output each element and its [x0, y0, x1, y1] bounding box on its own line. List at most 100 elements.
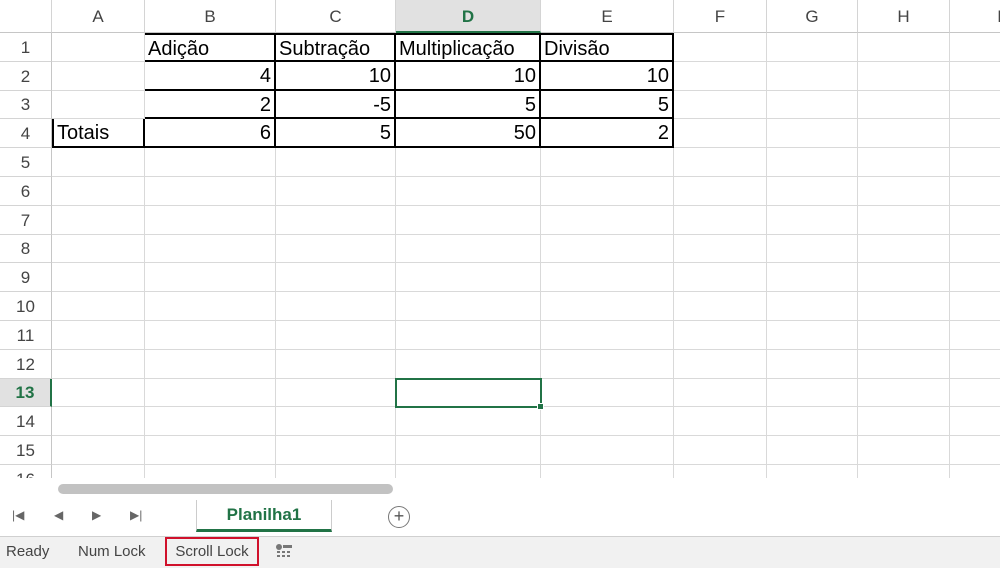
cell-I1[interactable]: [950, 33, 1000, 62]
column-header-G[interactable]: G: [767, 0, 858, 33]
cell-I8[interactable]: [950, 235, 1000, 263]
cell-A16[interactable]: [52, 465, 145, 478]
cell-E2[interactable]: 10: [541, 62, 674, 91]
cell-E5[interactable]: [541, 148, 674, 177]
cell-B12[interactable]: [145, 350, 276, 379]
cell-I12[interactable]: [950, 350, 1000, 379]
column-header-F[interactable]: F: [674, 0, 767, 33]
prev-sheet-icon[interactable]: ◀: [54, 508, 63, 522]
cell-I7[interactable]: [950, 206, 1000, 235]
cell-E4[interactable]: 2: [541, 119, 674, 148]
cell-C4[interactable]: 5: [276, 119, 396, 148]
cell-I4[interactable]: [950, 119, 1000, 148]
cell-A11[interactable]: [52, 321, 145, 350]
cell-I15[interactable]: [950, 436, 1000, 465]
cell-F4[interactable]: [674, 119, 767, 148]
cell-B4[interactable]: 6: [145, 119, 276, 148]
cell-C16[interactable]: [276, 465, 396, 478]
cell-B6[interactable]: [145, 177, 276, 206]
cell-I16[interactable]: [950, 465, 1000, 478]
cell-I11[interactable]: [950, 321, 1000, 350]
row-header-11[interactable]: 11: [0, 321, 52, 350]
column-header-I[interactable]: I: [950, 0, 1000, 33]
cell-H4[interactable]: [858, 119, 950, 148]
cell-B15[interactable]: [145, 436, 276, 465]
cell-G1[interactable]: [767, 33, 858, 62]
spreadsheet-grid[interactable]: A B C D E F G H I 1 Adição Subtração Multiplicação Di…: [0, 0, 1000, 478]
row-header-15[interactable]: 15: [0, 436, 52, 465]
cell-E16[interactable]: [541, 465, 674, 478]
cell-F5[interactable]: [674, 148, 767, 177]
cell-H5[interactable]: [858, 148, 950, 177]
cell-F7[interactable]: [674, 206, 767, 235]
row-header-13[interactable]: 13: [0, 379, 52, 407]
row-header-9[interactable]: 9: [0, 263, 52, 292]
cell-D5[interactable]: [396, 148, 541, 177]
select-all-corner[interactable]: [0, 0, 52, 33]
row-header-14[interactable]: 14: [0, 407, 52, 436]
cell-A1[interactable]: [52, 33, 145, 62]
column-header-B[interactable]: B: [145, 0, 276, 33]
cell-E8[interactable]: [541, 235, 674, 263]
cell-D16[interactable]: [396, 465, 541, 478]
column-header-A[interactable]: A: [52, 0, 145, 33]
cell-H11[interactable]: [858, 321, 950, 350]
cell-C2[interactable]: 10: [276, 62, 396, 91]
cell-G4[interactable]: [767, 119, 858, 148]
cell-A6[interactable]: [52, 177, 145, 206]
cell-D2[interactable]: 10: [396, 62, 541, 91]
cell-F8[interactable]: [674, 235, 767, 263]
row-header-5[interactable]: 5: [0, 148, 52, 177]
cell-E9[interactable]: [541, 263, 674, 292]
cell-B13[interactable]: [145, 379, 276, 407]
cell-E6[interactable]: [541, 177, 674, 206]
cell-C14[interactable]: [276, 407, 396, 436]
add-sheet-button[interactable]: +: [388, 506, 410, 528]
cell-D1[interactable]: Multiplicação: [396, 33, 541, 62]
cell-G10[interactable]: [767, 292, 858, 321]
cell-A5[interactable]: [52, 148, 145, 177]
cell-C13[interactable]: [276, 379, 396, 407]
cell-F11[interactable]: [674, 321, 767, 350]
cell-E13[interactable]: [541, 379, 674, 407]
cell-A3[interactable]: [52, 91, 145, 119]
cell-F2[interactable]: [674, 62, 767, 91]
cell-A10[interactable]: [52, 292, 145, 321]
cell-G13[interactable]: [767, 379, 858, 407]
cell-H13[interactable]: [858, 379, 950, 407]
cell-F10[interactable]: [674, 292, 767, 321]
column-header-E[interactable]: E: [541, 0, 674, 33]
cell-F15[interactable]: [674, 436, 767, 465]
cell-H16[interactable]: [858, 465, 950, 478]
horizontal-scrollbar[interactable]: [0, 478, 1000, 500]
cell-I5[interactable]: [950, 148, 1000, 177]
cell-B3[interactable]: 2: [145, 91, 276, 119]
cell-B1[interactable]: Adição: [145, 33, 276, 62]
row-header-8[interactable]: 8: [0, 235, 52, 263]
cell-I6[interactable]: [950, 177, 1000, 206]
row-header-10[interactable]: 10: [0, 292, 52, 321]
cell-B2[interactable]: 4: [145, 62, 276, 91]
cell-F9[interactable]: [674, 263, 767, 292]
macro-recording-icon[interactable]: [275, 543, 293, 559]
cell-B9[interactable]: [145, 263, 276, 292]
cell-C5[interactable]: [276, 148, 396, 177]
cell-E14[interactable]: [541, 407, 674, 436]
cell-H6[interactable]: [858, 177, 950, 206]
cell-A13[interactable]: [52, 379, 145, 407]
cell-I13[interactable]: [950, 379, 1000, 407]
cell-C9[interactable]: [276, 263, 396, 292]
cell-H15[interactable]: [858, 436, 950, 465]
cell-F3[interactable]: [674, 91, 767, 119]
cell-D3[interactable]: 5: [396, 91, 541, 119]
column-header-C[interactable]: C: [276, 0, 396, 33]
row-header-6[interactable]: 6: [0, 177, 52, 206]
cell-D14[interactable]: [396, 407, 541, 436]
cell-E3[interactable]: 5: [541, 91, 674, 119]
cell-G16[interactable]: [767, 465, 858, 478]
cell-A8[interactable]: [52, 235, 145, 263]
cell-D11[interactable]: [396, 321, 541, 350]
cell-D13[interactable]: [396, 379, 541, 407]
cell-F16[interactable]: [674, 465, 767, 478]
cell-D15[interactable]: [396, 436, 541, 465]
